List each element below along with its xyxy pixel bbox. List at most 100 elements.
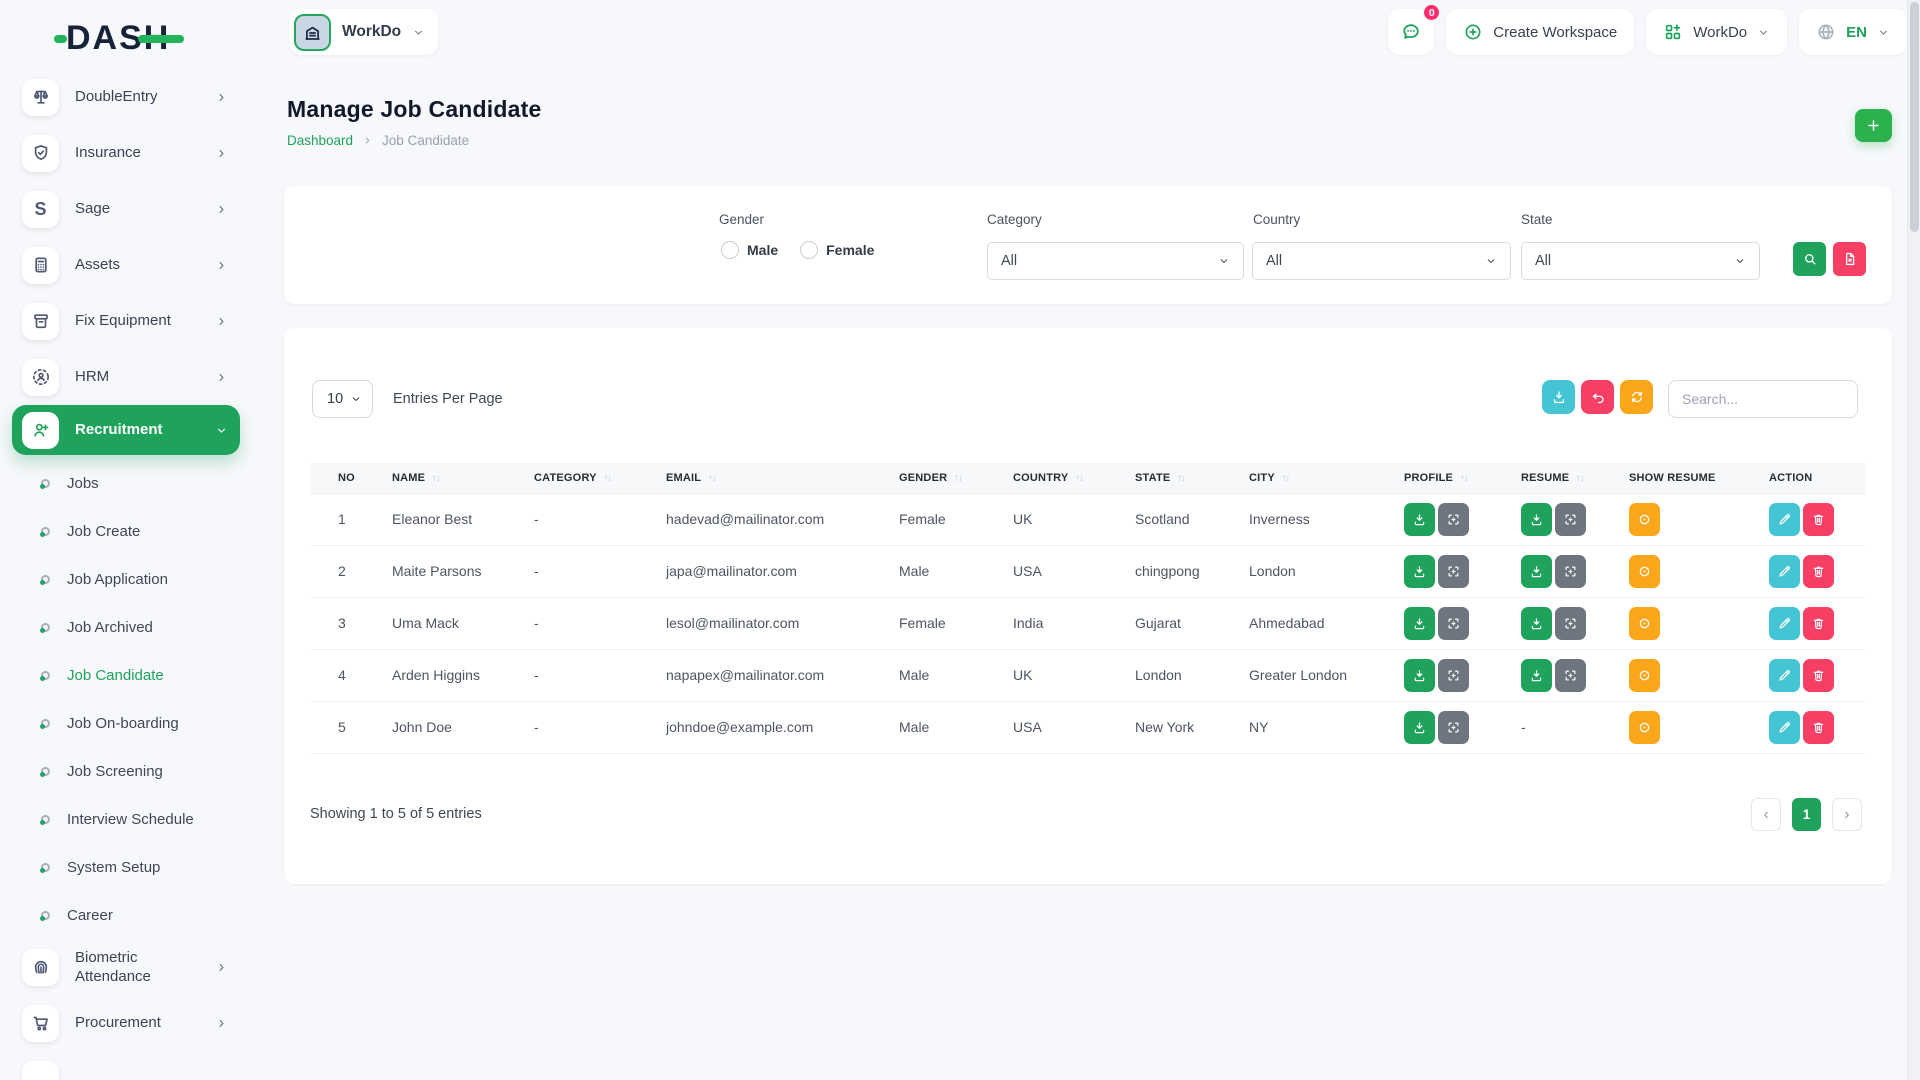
- profile-preview-button[interactable]: [1438, 711, 1469, 744]
- edit-button[interactable]: [1769, 711, 1800, 744]
- edit-button[interactable]: [1769, 659, 1800, 692]
- show-resume-button[interactable]: [1629, 711, 1660, 744]
- chevron-right-icon: [215, 1017, 228, 1030]
- resume-preview-button[interactable]: [1555, 659, 1586, 692]
- sidebar-item-sage[interactable]: SSage: [12, 181, 240, 237]
- sidebar-subitem-system-setup[interactable]: System Setup: [0, 843, 258, 891]
- chevron-right-icon: [215, 961, 228, 974]
- cell-city: London: [1249, 545, 1404, 597]
- gender-radio-female[interactable]: Female: [800, 241, 874, 259]
- clear-filter-button[interactable]: [1833, 242, 1866, 276]
- sidebar-subitem-interview-schedule[interactable]: Interview Schedule: [0, 795, 258, 843]
- resume-download-button[interactable]: [1521, 659, 1552, 692]
- gender-radio-group: Male Female: [721, 236, 874, 264]
- column-header-gender[interactable]: GENDER↑↓: [899, 463, 1013, 493]
- sidebar-item-recruitment[interactable]: Recruitment: [12, 405, 240, 455]
- entries-per-page-select[interactable]: 10: [312, 380, 373, 418]
- sidebar-item-fix-equipment[interactable]: Fix Equipment: [12, 293, 240, 349]
- delete-button[interactable]: [1803, 659, 1834, 692]
- show-resume-button[interactable]: [1629, 555, 1660, 588]
- pagination-page-1[interactable]: 1: [1792, 798, 1821, 831]
- sidebar-item-doubleentry[interactable]: DoubleEntry: [12, 69, 240, 125]
- profile-preview-button[interactable]: [1438, 555, 1469, 588]
- show-resume-button[interactable]: [1629, 607, 1660, 640]
- column-header-profile[interactable]: PROFILE↑↓: [1404, 463, 1521, 493]
- reload-button[interactable]: [1620, 380, 1653, 414]
- workspace-menu-button[interactable]: WorkDo: [1646, 9, 1787, 55]
- messenger-button[interactable]: 0: [1388, 9, 1434, 55]
- column-header-state[interactable]: STATE↑↓: [1135, 463, 1249, 493]
- state-select[interactable]: All: [1521, 242, 1760, 280]
- chevron-right-icon: [215, 371, 228, 384]
- pagination-next-button[interactable]: [1832, 798, 1862, 831]
- app-logo[interactable]: DASH: [66, 20, 170, 56]
- sort-icon: ↑↓: [432, 473, 440, 484]
- category-select[interactable]: All: [987, 242, 1244, 280]
- country-select[interactable]: All: [1252, 242, 1511, 280]
- column-header-category[interactable]: CATEGORY↑↓: [534, 463, 666, 493]
- profile-download-button[interactable]: [1404, 607, 1435, 640]
- profile-preview-button[interactable]: [1438, 503, 1469, 536]
- sidebar-subitem-job-screening[interactable]: Job Screening: [0, 747, 258, 795]
- sidebar-subitem-career[interactable]: Career: [0, 891, 258, 939]
- profile-download-button[interactable]: [1404, 555, 1435, 588]
- delete-button[interactable]: [1803, 711, 1834, 744]
- search-input[interactable]: [1668, 380, 1858, 418]
- chat-icon: [1400, 21, 1422, 43]
- language-selector[interactable]: EN: [1799, 9, 1907, 55]
- sidebar-item-hrm[interactable]: HRM: [12, 349, 240, 405]
- sidebar-subitem-label: Job Screening: [67, 763, 163, 780]
- create-workspace-button[interactable]: Create Workspace: [1446, 9, 1634, 55]
- export-button[interactable]: [1542, 380, 1575, 414]
- profile-preview-button[interactable]: [1438, 659, 1469, 692]
- sidebar-item-biometric-attendance[interactable]: Biometric Attendance: [12, 939, 240, 995]
- column-header-country[interactable]: COUNTRY↑↓: [1013, 463, 1135, 493]
- resume-preview-button[interactable]: [1555, 503, 1586, 536]
- show-resume-button[interactable]: [1629, 659, 1660, 692]
- delete-button[interactable]: [1803, 555, 1834, 588]
- edit-button[interactable]: [1769, 607, 1800, 640]
- sidebar-item-assets[interactable]: Assets: [12, 237, 240, 293]
- sidebar-subitem-job-application[interactable]: Job Application: [0, 555, 258, 603]
- scrollbar-thumb[interactable]: [1910, 2, 1919, 232]
- show-resume-button[interactable]: [1629, 503, 1660, 536]
- pagination-prev-button[interactable]: [1751, 798, 1781, 831]
- bullet-icon: [41, 911, 50, 920]
- column-header-resume[interactable]: RESUME↑↓: [1521, 463, 1629, 493]
- chevron-down-icon: [350, 393, 362, 405]
- breadcrumb-dashboard-link[interactable]: Dashboard: [287, 133, 353, 148]
- sidebar-item-insurance[interactable]: Insurance: [12, 125, 240, 181]
- column-header-name[interactable]: NAME↑↓: [392, 463, 534, 493]
- edit-button[interactable]: [1769, 503, 1800, 536]
- profile-download-button[interactable]: [1404, 503, 1435, 536]
- sidebar-subitem-jobs[interactable]: Jobs: [0, 459, 258, 507]
- add-candidate-button[interactable]: [1855, 109, 1892, 142]
- sidebar-subitem-job-create[interactable]: Job Create: [0, 507, 258, 555]
- resume-preview-button[interactable]: [1555, 555, 1586, 588]
- profile-preview-button[interactable]: [1438, 607, 1469, 640]
- scan-icon: [1446, 616, 1461, 631]
- resume-download-button[interactable]: [1521, 607, 1552, 640]
- apply-filter-button[interactable]: [1793, 242, 1826, 276]
- column-header-city[interactable]: CITY↑↓: [1249, 463, 1404, 493]
- sidebar-subitem-job-on-boarding[interactable]: Job On-boarding: [0, 699, 258, 747]
- gender-filter-label: Gender: [719, 212, 764, 227]
- resume-download-button[interactable]: [1521, 555, 1552, 588]
- edit-button[interactable]: [1769, 555, 1800, 588]
- resume-preview-button[interactable]: [1555, 607, 1586, 640]
- gender-radio-male[interactable]: Male: [721, 241, 778, 259]
- scrollbar[interactable]: [1907, 0, 1920, 1080]
- workspace-switcher[interactable]: WorkDo: [289, 9, 438, 55]
- profile-download-button[interactable]: [1404, 711, 1435, 744]
- sidebar-item-procurement[interactable]: Procurement: [12, 995, 240, 1051]
- sidebar-subitem-job-archived[interactable]: Job Archived: [0, 603, 258, 651]
- reset-button[interactable]: [1581, 380, 1614, 414]
- column-header-email[interactable]: EMAIL↑↓: [666, 463, 899, 493]
- delete-button[interactable]: [1803, 607, 1834, 640]
- sidebar-item-partial[interactable]: [12, 1051, 240, 1080]
- profile-download-button[interactable]: [1404, 659, 1435, 692]
- cell-profile: [1404, 701, 1521, 753]
- sidebar-subitem-job-candidate[interactable]: Job Candidate: [0, 651, 258, 699]
- resume-download-button[interactable]: [1521, 503, 1552, 536]
- delete-button[interactable]: [1803, 503, 1834, 536]
